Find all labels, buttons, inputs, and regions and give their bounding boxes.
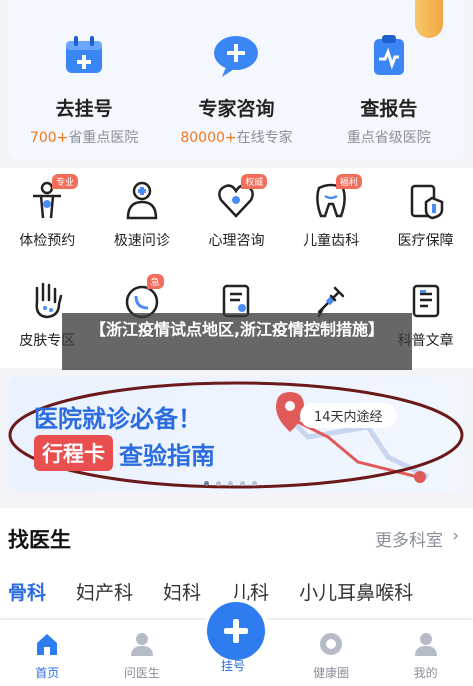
service-register-sub: 700+省重点医院 bbox=[29, 130, 139, 146]
section-title: 找医生 bbox=[8, 528, 71, 552]
promo-banner[interactable]: 医院就诊必备！ 行程卡 查验指南 14天内途经 bbox=[8, 377, 465, 492]
carousel-dot[interactable] bbox=[216, 481, 221, 486]
doctor-icon bbox=[128, 630, 156, 658]
tab-label: 问医生 bbox=[123, 666, 160, 680]
more-departments-link[interactable]: 更多科室 bbox=[375, 526, 443, 551]
badge: 急 bbox=[146, 274, 164, 289]
chat-plus-icon bbox=[209, 28, 263, 82]
report-icon bbox=[362, 28, 416, 82]
banner-title: 医院就诊必备！ bbox=[34, 405, 202, 433]
doctor-icon bbox=[120, 178, 164, 222]
tab-obstetrics[interactable]: 妇产科 bbox=[76, 578, 133, 605]
badge: 权威 bbox=[241, 174, 268, 189]
tab-health-circle[interactable]: 健康圈 bbox=[284, 620, 379, 686]
home-icon bbox=[33, 630, 61, 658]
service-register[interactable]: 去挂号 700+省重点医院 bbox=[8, 0, 160, 160]
badge: 福利 bbox=[335, 174, 362, 189]
plus-icon bbox=[224, 619, 248, 643]
tab-home[interactable]: 首页 bbox=[0, 620, 95, 686]
user-icon bbox=[412, 630, 440, 658]
carousel-dot[interactable] bbox=[228, 481, 233, 486]
service-report-title: 查报告 bbox=[360, 98, 418, 120]
grid-item-psych[interactable]: 权威 心理咨询 bbox=[189, 168, 284, 268]
carousel-dot[interactable] bbox=[204, 481, 209, 486]
overlay-caption: 【浙江疫情试点地区,浙江疫情控制措施】 bbox=[62, 313, 412, 370]
service-expert-title: 专家咨询 bbox=[198, 98, 275, 120]
service-report-sub: 重点省级医院 bbox=[346, 130, 431, 146]
tab-label: 我的 bbox=[413, 666, 438, 680]
circle-icon bbox=[317, 630, 345, 658]
banner-subtitle: 查验指南 bbox=[119, 441, 215, 470]
shield-icon bbox=[404, 178, 448, 222]
register-fab-button[interactable] bbox=[203, 598, 269, 664]
tab-pediatric-ent[interactable]: 小儿耳鼻喉科 bbox=[299, 578, 413, 605]
tab-label: 首页 bbox=[35, 666, 60, 680]
grid-label: 医疗保障 bbox=[397, 233, 454, 249]
carousel-dot[interactable] bbox=[252, 481, 257, 486]
banner-pill: 14天内途经 bbox=[300, 403, 397, 428]
badge: 专业 bbox=[52, 174, 79, 189]
tab-label: 健康圈 bbox=[313, 666, 350, 680]
tab-ask-doctor[interactable]: 问医生 bbox=[95, 620, 190, 686]
grid-item-checkup[interactable]: 专业 体检预约 bbox=[0, 168, 95, 268]
grid-item-fast-consult[interactable]: 极速问诊 bbox=[95, 168, 190, 268]
service-expert[interactable]: 专家咨询 80000+在线专家 bbox=[160, 0, 312, 160]
grid-label: 心理咨询 bbox=[208, 233, 265, 249]
service-expert-sub: 80000+在线专家 bbox=[180, 130, 293, 146]
grid-label: 体检预约 bbox=[19, 233, 76, 249]
banner-tag: 行程卡 bbox=[34, 435, 113, 471]
grid-item-dental[interactable]: 福利 儿童齿科 bbox=[284, 168, 379, 268]
chevron-right-icon[interactable]: › bbox=[452, 526, 459, 546]
tab-orthopedics[interactable]: 骨科 bbox=[8, 578, 46, 605]
carousel-dots bbox=[204, 481, 257, 486]
service-register-title: 去挂号 bbox=[55, 98, 113, 120]
tab-me[interactable]: 我的 bbox=[378, 620, 473, 686]
tab-gynecology[interactable]: 妇科 bbox=[163, 578, 201, 605]
grid-label: 极速问诊 bbox=[113, 233, 170, 249]
grid-label: 儿童齿科 bbox=[303, 233, 360, 249]
carousel-dot[interactable] bbox=[240, 481, 245, 486]
coin-decoration-icon bbox=[415, 0, 443, 38]
top-services-card: 去挂号 700+省重点医院 专家咨询 80000+在线专家 查报告 重点省级医院 bbox=[8, 0, 465, 160]
grid-item-insurance[interactable]: 医疗保障 bbox=[378, 168, 473, 268]
calendar-plus-icon bbox=[57, 28, 111, 82]
fab-label: 挂号 bbox=[221, 659, 246, 673]
